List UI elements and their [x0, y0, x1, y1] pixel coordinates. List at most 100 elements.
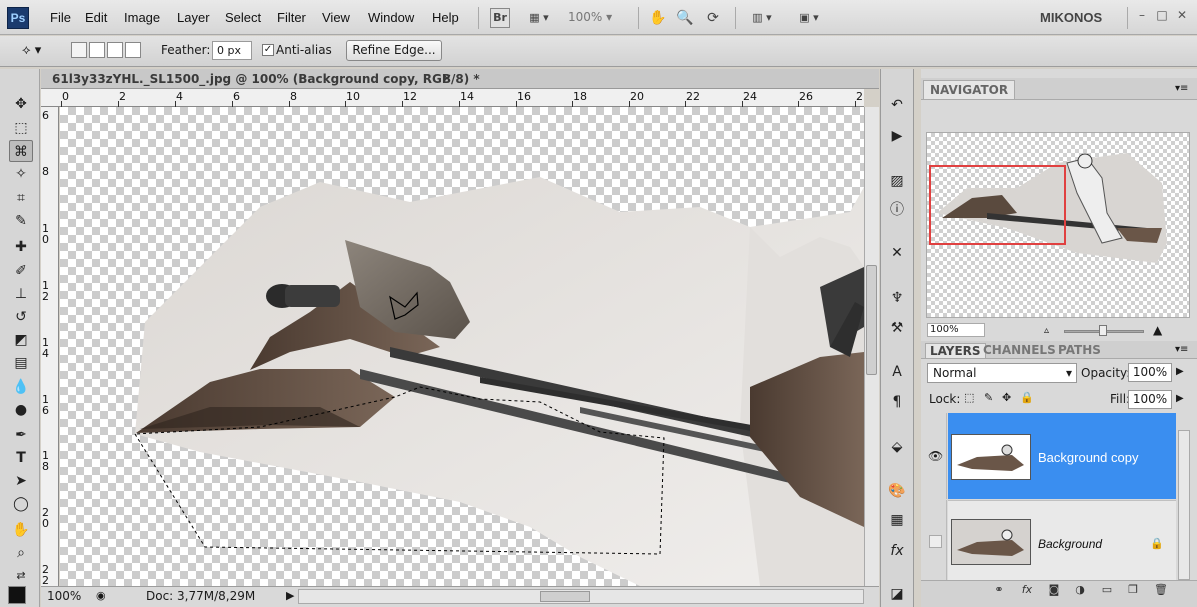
menu-help[interactable]: Help: [432, 10, 459, 25]
menu-view[interactable]: View: [322, 10, 350, 25]
fill-arrow-icon[interactable]: ▶: [1176, 393, 1184, 404]
add-mask-icon[interactable]: ◙: [1045, 583, 1063, 596]
clone-source-panel-icon[interactable]: ♆: [887, 288, 907, 308]
dodge-tool-icon[interactable]: ●: [9, 399, 33, 421]
lock-position-icon[interactable]: ✥: [1002, 391, 1011, 404]
status-menu-arrow-icon[interactable]: ▶: [286, 589, 294, 602]
adjustment-layer-icon[interactable]: ◑: [1071, 583, 1089, 596]
navigator-tab[interactable]: NAVIGATOR: [923, 80, 1016, 99]
navigator-zoom-field[interactable]: 100%: [927, 323, 985, 337]
intersect-selection-icon[interactable]: [125, 42, 141, 58]
swatches-panel-icon[interactable]: 🎨: [887, 481, 907, 501]
menu-select[interactable]: Select: [225, 10, 261, 25]
vertical-scroll-thumb[interactable]: [866, 265, 877, 375]
panel-menu-icon[interactable]: ▾≡: [1175, 83, 1188, 94]
menu-file[interactable]: File: [50, 10, 71, 25]
feather-input[interactable]: 0 px: [212, 41, 252, 60]
blend-mode-select[interactable]: Normal ▾: [927, 363, 1077, 383]
zoom-tool-icon[interactable]: ⌕: [9, 542, 33, 564]
character-panel-icon[interactable]: A: [887, 362, 907, 382]
lock-image-icon[interactable]: ✎: [984, 391, 993, 404]
zoom-tool-icon[interactable]: 🔍: [675, 8, 693, 28]
tab-layers[interactable]: LAYERS: [925, 343, 986, 358]
subtract-selection-icon[interactable]: [107, 42, 123, 58]
eraser-tool-icon[interactable]: ◩: [9, 329, 33, 351]
document-canvas[interactable]: [60, 107, 864, 586]
visibility-toggle-box[interactable]: [929, 535, 942, 548]
layer-name[interactable]: Background copy: [1038, 450, 1138, 465]
menu-image[interactable]: Image: [124, 10, 160, 25]
actions-panel-icon[interactable]: ▶: [887, 126, 907, 146]
document-close-icon[interactable]: ×: [442, 71, 452, 85]
brush-tool-icon[interactable]: ✐: [9, 260, 33, 282]
layer-name[interactable]: Background: [1038, 537, 1102, 551]
fill-input[interactable]: 100%: [1128, 390, 1172, 409]
new-group-icon[interactable]: ▭: [1098, 583, 1116, 596]
type-tool-icon[interactable]: T: [9, 447, 33, 469]
info-panel-icon[interactable]: ⓘ: [887, 200, 907, 220]
close-icon[interactable]: ✕: [1174, 7, 1190, 23]
ellipse-tool-icon[interactable]: ◯: [9, 493, 33, 515]
status-info-icon[interactable]: ◉: [96, 589, 106, 602]
lock-transparent-icon[interactable]: ⬚: [964, 391, 974, 404]
opacity-input[interactable]: 100%: [1128, 363, 1172, 382]
horizontal-scroll-thumb[interactable]: [540, 591, 590, 602]
menu-window[interactable]: Window: [368, 10, 414, 25]
foreground-color-swatch[interactable]: [8, 586, 26, 604]
maximize-icon[interactable]: □: [1154, 7, 1170, 23]
arrange-documents-icon[interactable]: ▥ ▾: [747, 8, 777, 28]
history-panel-icon[interactable]: ↶: [887, 95, 907, 115]
tab-paths[interactable]: PATHS: [1058, 343, 1101, 357]
styles-panel-icon[interactable]: ▦: [887, 510, 907, 530]
antialias-checkbox[interactable]: ✓: [262, 44, 274, 56]
masks-panel-icon[interactable]: ⬙: [887, 437, 907, 457]
hand-tool-icon[interactable]: ✋: [9, 519, 33, 541]
eye-icon[interactable]: 👁: [928, 449, 943, 463]
new-selection-icon[interactable]: [71, 42, 87, 58]
paragraph-panel-icon[interactable]: ¶: [887, 392, 907, 412]
navigator-view-box[interactable]: [929, 165, 1066, 245]
layer-style-icon[interactable]: fx: [1018, 583, 1036, 596]
swap-colors-icon[interactable]: ⇄: [9, 565, 33, 587]
gradient-tool-icon[interactable]: ▤: [9, 352, 33, 374]
minimize-icon[interactable]: –: [1134, 7, 1150, 23]
layers-scrollbar[interactable]: [1178, 430, 1190, 580]
tab-channels[interactable]: CHANNELS: [983, 343, 1056, 357]
workspace-switcher[interactable]: MIKONOS: [1040, 10, 1102, 25]
path-selection-tool-icon[interactable]: ➤: [9, 470, 33, 492]
menu-layer[interactable]: Layer: [177, 10, 210, 25]
screen-mode-toggle-icon[interactable]: ▣ ▾: [794, 8, 824, 28]
status-zoom-field[interactable]: 100%: [47, 589, 81, 603]
panel-menu-icon[interactable]: ▾≡: [1175, 344, 1188, 355]
move-tool-icon[interactable]: ✥: [9, 93, 33, 115]
refine-edge-button[interactable]: Refine Edge...: [346, 40, 442, 61]
hand-tool-icon[interactable]: ✋: [648, 8, 666, 28]
history-brush-tool-icon[interactable]: ↺: [9, 306, 33, 328]
menu-filter[interactable]: Filter: [277, 10, 306, 25]
new-layer-icon[interactable]: ❐: [1124, 583, 1142, 596]
marquee-tool-icon[interactable]: ⬚: [9, 117, 33, 139]
screen-mode-icon[interactable]: ▦ ▾: [524, 8, 554, 28]
add-selection-icon[interactable]: [89, 42, 105, 58]
rotate-view-icon[interactable]: ⟳: [704, 8, 722, 28]
magic-wand-tool-icon[interactable]: ✧: [9, 163, 33, 185]
document-tab-title[interactable]: 61l3y33zYHL._SL1500_.jpg @ 100% (Backgro…: [52, 72, 480, 86]
lock-all-icon[interactable]: 🔒: [1020, 391, 1034, 404]
eyedropper-tool-icon[interactable]: ✎: [9, 210, 33, 232]
navigator-zoom-knob[interactable]: [1099, 325, 1107, 336]
fx-panel-icon[interactable]: fx: [887, 541, 907, 561]
menu-edit[interactable]: Edit: [85, 10, 107, 25]
brushes-panel-icon[interactable]: ✕: [887, 243, 907, 263]
link-layers-icon[interactable]: ⚭: [990, 583, 1008, 596]
zoom-level-combo[interactable]: 100% ▾: [568, 10, 612, 24]
pen-tool-icon[interactable]: ✒: [9, 424, 33, 446]
clone-stamp-tool-icon[interactable]: ⊥: [9, 283, 33, 305]
mini-bridge-panel-icon[interactable]: ◪: [887, 584, 907, 604]
healing-brush-tool-icon[interactable]: ✚: [9, 236, 33, 258]
polygonal-lasso-tool-icon[interactable]: ⌘: [9, 140, 33, 162]
delete-layer-icon[interactable]: 🗑: [1152, 583, 1170, 596]
opacity-arrow-icon[interactable]: ▶: [1176, 366, 1184, 377]
adjustments-panel-icon[interactable]: ▨: [887, 171, 907, 191]
zoom-in-icon[interactable]: ▲: [1153, 323, 1162, 337]
zoom-out-icon[interactable]: ▵: [1044, 325, 1049, 336]
